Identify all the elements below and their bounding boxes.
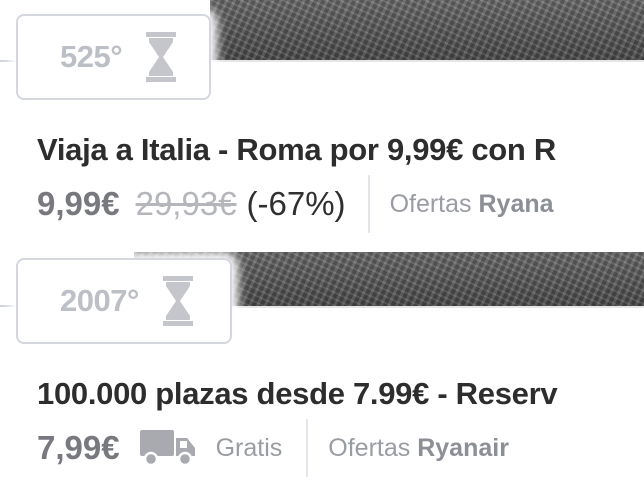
deal-title[interactable]: 100.000 plazas desde 7.99€ - Reserv (37, 376, 558, 412)
temperature-badge[interactable]: 525° (16, 14, 211, 100)
deal-price: 7,99€ (37, 429, 120, 466)
shipping-label: Gratis (215, 433, 283, 462)
deal-price: 9,99€ (37, 185, 120, 222)
temperature-badge[interactable]: 2007° (16, 258, 232, 344)
deal-thumbnail[interactable] (210, 0, 644, 62)
store-link[interactable]: Ofertas Ryana (390, 190, 554, 219)
store-name: Ryanair (417, 433, 509, 462)
divider (306, 419, 309, 477)
temperature-value: 2007° (60, 283, 139, 318)
store-link[interactable]: Ofertas Ryanair (328, 434, 509, 463)
timeline-marker (0, 305, 16, 307)
hourglass-icon (146, 32, 177, 82)
truck-icon (139, 430, 195, 467)
temperature-value: 525° (60, 39, 123, 74)
store-prefix: Ofertas (328, 433, 411, 462)
hourglass-icon (162, 276, 193, 326)
deal-meta-row: 7,99€ Gratis Ofertas Ryanair (37, 419, 509, 477)
divider (367, 175, 370, 233)
store-prefix: Ofertas (389, 189, 472, 218)
deal-title[interactable]: Viaja a Italia - Roma por 9,99€ con R (37, 132, 556, 168)
deal-card[interactable]: 525° Viaja a Italia - Roma por 9,99€ con… (0, 0, 644, 246)
deal-discount: (-67%) (246, 185, 346, 222)
deal-card[interactable]: 2007° 100.000 plazas desde 7.99€ - Reser… (0, 246, 644, 492)
deal-old-price: 29,93€ (135, 185, 237, 222)
timeline-marker (0, 60, 16, 62)
deal-meta-row: 9,99€ 29,93€ (-67%) Ofertas Ryana (37, 175, 554, 233)
store-name: Ryana (478, 189, 554, 218)
